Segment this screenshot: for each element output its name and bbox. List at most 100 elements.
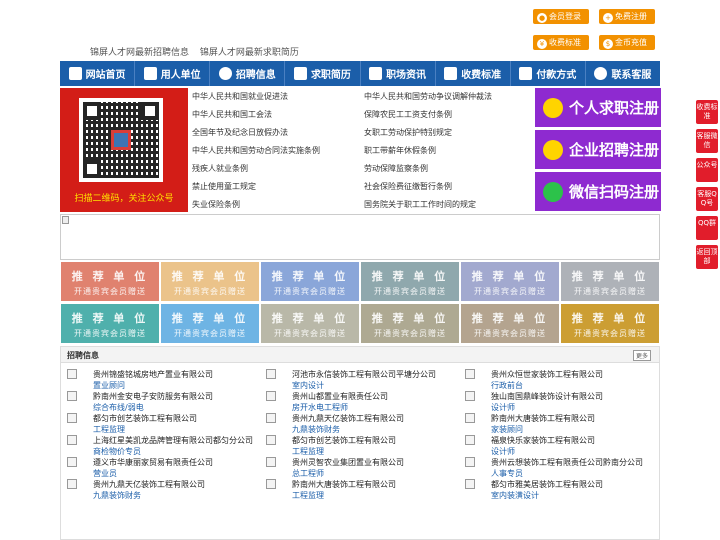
nav-support[interactable]: 联系客服 [586, 61, 660, 86]
job-company[interactable]: 贵州山都置业有限责任公司 [292, 391, 388, 402]
company-logo[interactable] [266, 391, 276, 401]
recommend-unit-card[interactable]: 推 荐 单 位开通贵宾会员赠送 [361, 262, 459, 301]
job-position[interactable]: 九鼎装饰财务 [93, 490, 141, 501]
recommend-unit-card[interactable]: 推 荐 单 位开通贵宾会员赠送 [461, 262, 559, 301]
law-link[interactable]: 中华人民共和国就业促进法 [192, 91, 288, 102]
company-register-button[interactable]: 企业招聘注册 [535, 130, 661, 169]
recommend-unit-card[interactable]: 推 荐 单 位开通贵宾会员赠送 [261, 304, 359, 343]
job-position[interactable]: 家装顾问 [491, 424, 523, 435]
job-company[interactable]: 遵义市华康丽家贸易有限责任公司 [93, 457, 213, 468]
nav-home[interactable]: 网站首页 [60, 61, 136, 86]
job-position[interactable]: 室内设计 [292, 380, 324, 391]
recommend-unit-card[interactable]: 推 荐 单 位开通贵宾会员赠送 [461, 304, 559, 343]
law-link[interactable]: 全国年节及纪念日放假办法 [192, 127, 288, 138]
side-fee-standard[interactable]: 收费标准 [696, 100, 718, 124]
recommend-unit-card[interactable]: 推 荐 单 位开通贵宾会员赠送 [161, 304, 259, 343]
company-logo[interactable] [266, 369, 276, 379]
company-logo[interactable] [67, 479, 77, 489]
company-logo[interactable] [266, 457, 276, 467]
company-logo[interactable] [67, 369, 77, 379]
job-company[interactable]: 上海红星美凯龙品牌管理有限公司都匀分公司 [93, 435, 253, 446]
law-link[interactable]: 失业保险条例 [192, 199, 240, 210]
law-link[interactable]: 职工带薪年休假条例 [364, 145, 436, 156]
law-link[interactable]: 劳动保障监察条例 [364, 163, 428, 174]
more-button[interactable]: 更多 [632, 350, 651, 361]
job-company[interactable]: 都匀市雅美居装饰工程有限公司 [491, 479, 603, 490]
company-logo[interactable] [465, 391, 475, 401]
nav-jobs[interactable]: 招聘信息 [210, 61, 286, 86]
nav-payment[interactable]: 付款方式 [511, 61, 586, 86]
recommend-unit-card[interactable]: 推 荐 单 位开通贵宾会员赠送 [261, 262, 359, 301]
job-position[interactable]: 工程监理 [292, 490, 324, 501]
banner-image[interactable] [60, 214, 660, 260]
company-logo[interactable] [266, 435, 276, 445]
member-login-button[interactable]: ● 会员登录 [533, 9, 589, 24]
job-company[interactable]: 黔南州大唐装饰工程有限公司 [292, 479, 396, 490]
job-position[interactable]: 房开水电工程师 [292, 402, 348, 413]
jobseeker-register-button[interactable]: 个人求职注册 [535, 88, 661, 127]
fee-standard-button[interactable]: ¥ 收费标准 [533, 35, 589, 50]
company-logo[interactable] [67, 391, 77, 401]
company-logo[interactable] [465, 369, 475, 379]
company-logo[interactable] [465, 479, 475, 489]
law-link[interactable]: 国务院关于职工工作时间的规定 [364, 199, 476, 210]
side-qq-support[interactable]: 客服QQ号 [696, 187, 718, 211]
company-logo[interactable] [67, 457, 77, 467]
company-logo[interactable] [465, 435, 475, 445]
recommend-unit-card[interactable]: 推 荐 单 位开通贵宾会员赠送 [161, 262, 259, 301]
job-company[interactable]: 福泉快乐家装饰工程有限公司 [491, 435, 595, 446]
side-wechat-support[interactable]: 客服微信 [696, 129, 718, 153]
job-position[interactable]: 设计师 [491, 446, 515, 457]
job-position[interactable]: 综合布线/弱电 [93, 402, 144, 413]
job-position[interactable]: 工程监理 [93, 424, 125, 435]
job-company[interactable]: 贵州九鼎天亿装饰工程有限公司 [292, 413, 404, 424]
nav-news[interactable]: 职场资讯 [361, 61, 436, 86]
job-position[interactable]: 营业员 [93, 468, 117, 479]
recommend-unit-card[interactable]: 推 荐 单 位开通贵宾会员赠送 [61, 262, 159, 301]
company-logo[interactable] [465, 413, 475, 423]
job-company[interactable]: 黔南州大唐装饰工程有限公司 [491, 413, 595, 424]
job-position[interactable]: 室内装潢设计 [491, 490, 539, 501]
job-company[interactable]: 黔南州金安电子安防服务有限公司 [93, 391, 213, 402]
job-company[interactable]: 河池市永信装饰工程有限公司平塘分公司 [292, 369, 436, 380]
job-position[interactable]: 商检物价专员 [93, 446, 141, 457]
law-link[interactable]: 社会保险费征缴暂行条例 [364, 181, 452, 192]
nav-resumes[interactable]: 求职简历 [285, 61, 361, 86]
law-link[interactable]: 中华人民共和国劳动合同法实施条例 [192, 145, 320, 156]
job-company[interactable]: 贵州云想装饰工程有限责任公司黔南分公司 [491, 457, 643, 468]
law-link[interactable]: 保障农民工工资支付条例 [364, 109, 452, 120]
side-back-to-top[interactable]: 返回顶部 [696, 245, 718, 269]
law-link[interactable]: 女职工劳动保护特别规定 [364, 127, 452, 138]
job-company[interactable]: 贵州众恒世家装饰工程有限公司 [491, 369, 603, 380]
job-position[interactable]: 设计师 [491, 402, 515, 413]
law-link[interactable]: 中华人民共和国劳动争议调解仲裁法 [364, 91, 492, 102]
side-official-account[interactable]: 公众号 [696, 158, 718, 182]
job-company[interactable]: 贵州九鼎天亿装饰工程有限公司 [93, 479, 205, 490]
job-company[interactable]: 都匀市创艺装饰工程有限公司 [93, 413, 197, 424]
law-link[interactable]: 中华人民共和国工会法 [192, 109, 272, 120]
job-position[interactable]: 总工程师 [292, 468, 324, 479]
side-qq-group[interactable]: QQ群 [696, 216, 718, 240]
nav-fees[interactable]: 收费标准 [436, 61, 511, 86]
company-logo[interactable] [67, 413, 77, 423]
gold-recharge-button[interactable]: $ 金币充值 [599, 35, 655, 50]
latest-resumes-link[interactable]: 锦屏人才网最新求职简历 [200, 48, 299, 58]
recommend-unit-card[interactable]: 推 荐 单 位开通贵宾会员赠送 [561, 262, 659, 301]
law-link[interactable]: 禁止使用童工规定 [192, 181, 256, 192]
free-register-button[interactable]: + 免费注册 [599, 9, 655, 24]
job-company[interactable]: 贵州灵智农业集团置业有限公司 [292, 457, 404, 468]
company-logo[interactable] [266, 413, 276, 423]
recommend-unit-card[interactable]: 推 荐 单 位开通贵宾会员赠送 [61, 304, 159, 343]
company-logo[interactable] [67, 435, 77, 445]
company-logo[interactable] [465, 457, 475, 467]
latest-jobs-link[interactable]: 锦屏人才网最新招聘信息 [90, 48, 189, 58]
job-position[interactable]: 人事专员 [491, 468, 523, 479]
job-position[interactable]: 九鼎装饰财务 [292, 424, 340, 435]
recommend-unit-card[interactable]: 推 荐 单 位开通贵宾会员赠送 [361, 304, 459, 343]
wechat-register-button[interactable]: 微信扫码注册 [535, 172, 661, 211]
nav-employers[interactable]: 用人单位 [135, 61, 211, 86]
job-company[interactable]: 贵州锦盛铭城房地产置业有限公司 [93, 369, 213, 380]
company-logo[interactable] [266, 479, 276, 489]
job-company[interactable]: 都匀市创艺装饰工程有限公司 [292, 435, 396, 446]
job-position[interactable]: 行政前台 [491, 380, 523, 391]
